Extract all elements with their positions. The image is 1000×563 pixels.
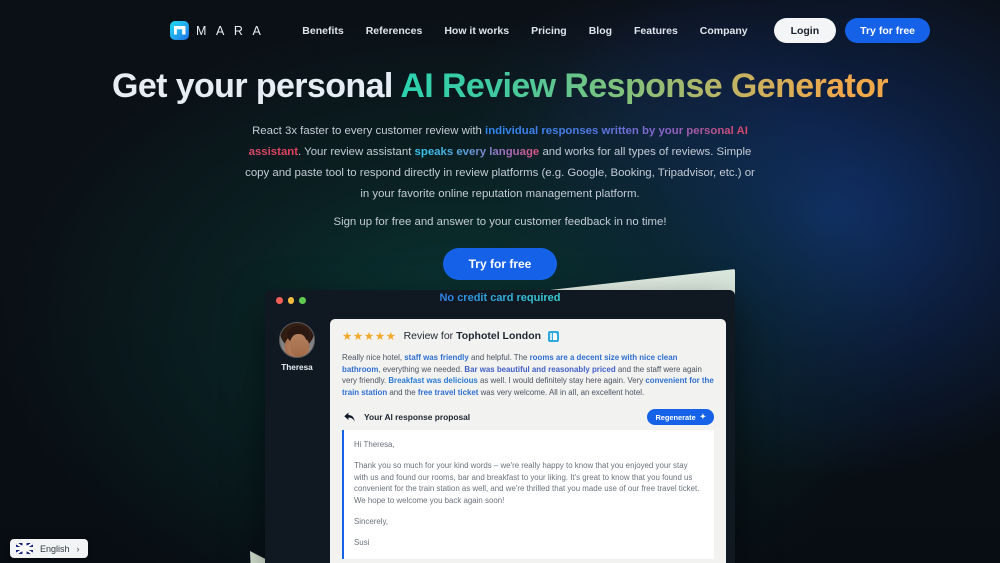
hero-desc-part-2: . Your review assistant [298,146,415,158]
ai-response-header: Your AI response proposal Regenerate ✦ [342,409,714,425]
top-navigation-bar: M A R A Benefits References How it works… [0,0,1000,61]
booking-com-icon [548,330,560,342]
reviewer-name: Theresa [281,363,313,372]
hero-desc-part-1: React 3x faster to every customer review… [252,125,486,137]
review-seg-7: Breakfast was delicious [388,376,478,385]
reply-arrow-icon [344,412,355,422]
window-content: Theresa ★★★★★ Review for Tophotel London… [265,311,735,563]
language-picker[interactable]: English › [10,539,88,558]
ai-response-body[interactable]: Hi Theresa, Thank you so much for your k… [342,430,714,559]
language-label: English [40,543,70,554]
review-seg-0: Really nice hotel, [342,353,405,362]
avatar [279,322,315,358]
page-title: Get your personal AI Review Response Gen… [0,66,1000,106]
magic-wand-icon: ✦ [699,412,706,422]
login-button[interactable]: Login [773,18,837,43]
brand-logo[interactable]: M A R A [170,21,264,40]
hero-cta-group: Try for free No credit card required [0,248,1000,304]
ai-response-paragraph: Thank you so much for your kind words – … [354,460,700,506]
try-for-free-button-hero[interactable]: Try for free [442,248,558,280]
no-credit-card-note[interactable]: No credit card required [439,292,560,304]
nav-link-references[interactable]: References [366,25,423,37]
nav-links: Benefits References How it works Pricing… [302,25,747,37]
reviewer-persona: Theresa [273,319,321,563]
regenerate-button[interactable]: Regenerate ✦ [647,409,714,425]
nav-link-features[interactable]: Features [634,25,678,37]
review-seg-12: was very welcome. All in all, an excelle… [478,387,645,397]
ai-response-signoff: Sincerely, [354,516,389,526]
hero-signup-line: Sign up for free and answer to your cust… [333,216,667,228]
nav-link-pricing[interactable]: Pricing [531,25,567,37]
review-seg-10: and the [387,387,418,397]
review-seg-4: , everything we needed. [378,364,465,374]
review-for-prefix: Review for [403,330,457,342]
try-for-free-button-nav[interactable]: Try for free [845,18,930,43]
regenerate-label: Regenerate [655,412,696,422]
review-seg-5: Bar was beautiful and reasonably priced [464,364,616,374]
star-rating-icon: ★★★★★ [342,331,397,343]
review-header: ★★★★★ Review for Tophotel London [342,329,714,343]
review-for-label: Review for Tophotel London [404,330,541,342]
ai-response-signature: Susi [354,537,370,547]
nav-link-how-it-works[interactable]: How it works [444,25,509,37]
page-title-gradient: AI Review Response Generator [400,67,889,105]
review-seg-2: and helpful. The [468,353,530,362]
chevron-right-icon: › [76,543,80,554]
ai-response-title: Your AI response proposal [364,412,471,422]
mara-logo-icon [170,21,189,40]
nav-link-blog[interactable]: Blog [589,25,612,37]
hero-section: Get your personal AI Review Response Gen… [0,66,1000,304]
review-business-name: Tophotel London [456,330,542,342]
ai-response-greeting: Hi Theresa, [354,440,395,449]
review-card: ★★★★★ Review for Tophotel London Really … [330,319,726,563]
uk-flag-icon [16,543,33,554]
landing-page: M A R A Benefits References How it works… [0,0,1000,563]
hero-desc-highlight-2: speaks every language [414,146,540,158]
review-seg-11: free travel ticket [417,387,479,397]
review-body-text: Really nice hotel, staff was friendly an… [342,352,714,398]
hero-description: React 3x faster to every customer review… [242,121,758,205]
review-seg-8: as well. I would definitely stay here ag… [477,376,646,385]
page-title-plain: Get your personal [111,67,401,105]
nav-link-company[interactable]: Company [700,25,748,37]
nav-link-benefits[interactable]: Benefits [302,25,343,37]
review-seg-1: staff was friendly [404,353,469,362]
nav-actions: Login Try for free [773,18,930,43]
browser-window-mockup: Theresa ★★★★★ Review for Tophotel London… [265,290,735,563]
brand-name: M A R A [196,23,265,38]
